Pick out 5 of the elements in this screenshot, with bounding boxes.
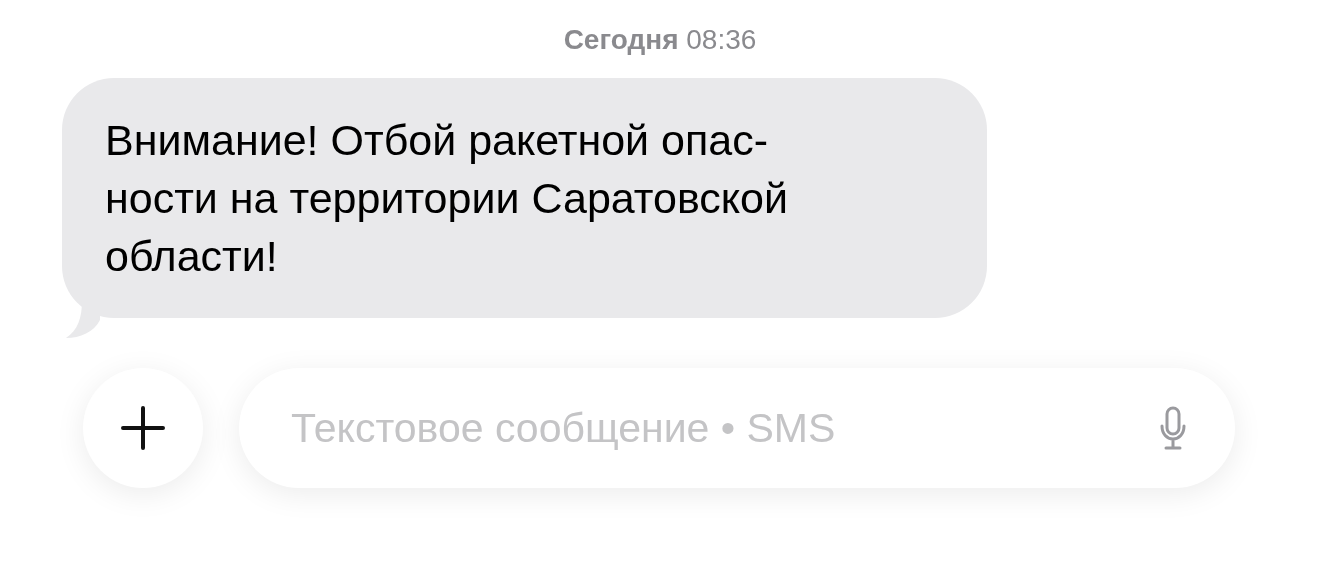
plus-icon <box>120 405 166 451</box>
message-bubble: Внимание! Отбой ракетной опас- ности на территории Саратовской области! <box>62 78 987 318</box>
message-input-field[interactable]: Текстовое сообщение • SMS <box>289 403 1159 453</box>
microphone-icon[interactable] <box>1159 406 1187 450</box>
message-timestamp: Сегодня 08:36 <box>563 24 757 56</box>
